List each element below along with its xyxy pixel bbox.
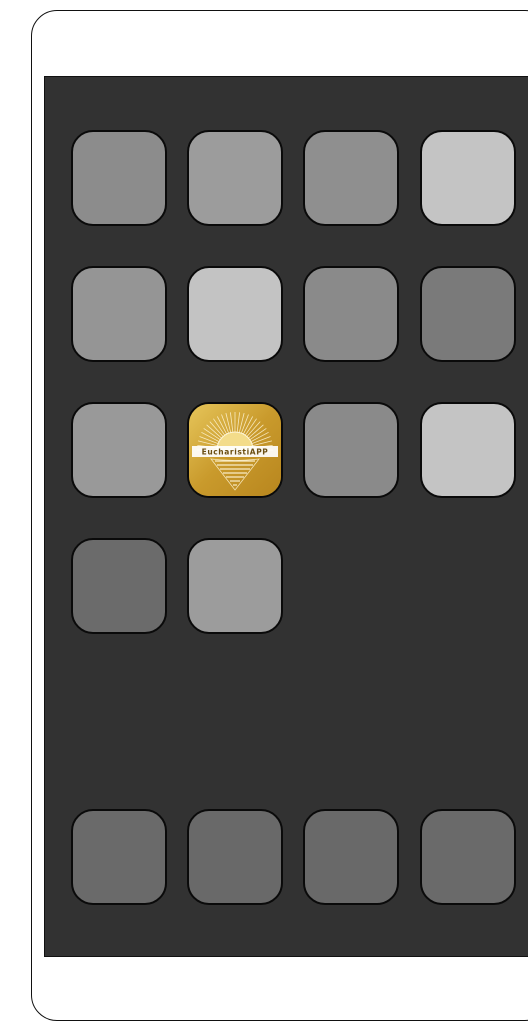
- app-icon-r4-c1[interactable]: [71, 538, 167, 634]
- app-icon-r2-c2[interactable]: [187, 266, 283, 362]
- app-icon-r1-c3[interactable]: [303, 130, 399, 226]
- app-icon-r3-c4[interactable]: [420, 402, 516, 498]
- app-icon-r2-c4[interactable]: [420, 266, 516, 362]
- app-icon-r3-c3[interactable]: [303, 402, 399, 498]
- eucharistiapp-app-icon[interactable]: EucharistiAPP: [187, 402, 283, 498]
- dock-app-icon-2[interactable]: [187, 809, 283, 905]
- dock-app-icon-4[interactable]: [420, 809, 516, 905]
- dock-app-icon-3[interactable]: [303, 809, 399, 905]
- app-label: EucharistiAPP: [202, 448, 269, 457]
- app-icon-r3-c1[interactable]: [71, 402, 167, 498]
- app-icon-r1-c2[interactable]: [187, 130, 283, 226]
- app-icon-r4-c2[interactable]: [187, 538, 283, 634]
- sunrise-heart-icon: EucharistiAPP: [189, 404, 281, 496]
- app-icon-r2-c1[interactable]: [71, 266, 167, 362]
- app-icon-r1-c1[interactable]: [71, 130, 167, 226]
- app-icon-r1-c4[interactable]: [420, 130, 516, 226]
- dock-app-icon-1[interactable]: [71, 809, 167, 905]
- app-icon-r2-c3[interactable]: [303, 266, 399, 362]
- home-screen: EucharistiAPP: [44, 76, 528, 957]
